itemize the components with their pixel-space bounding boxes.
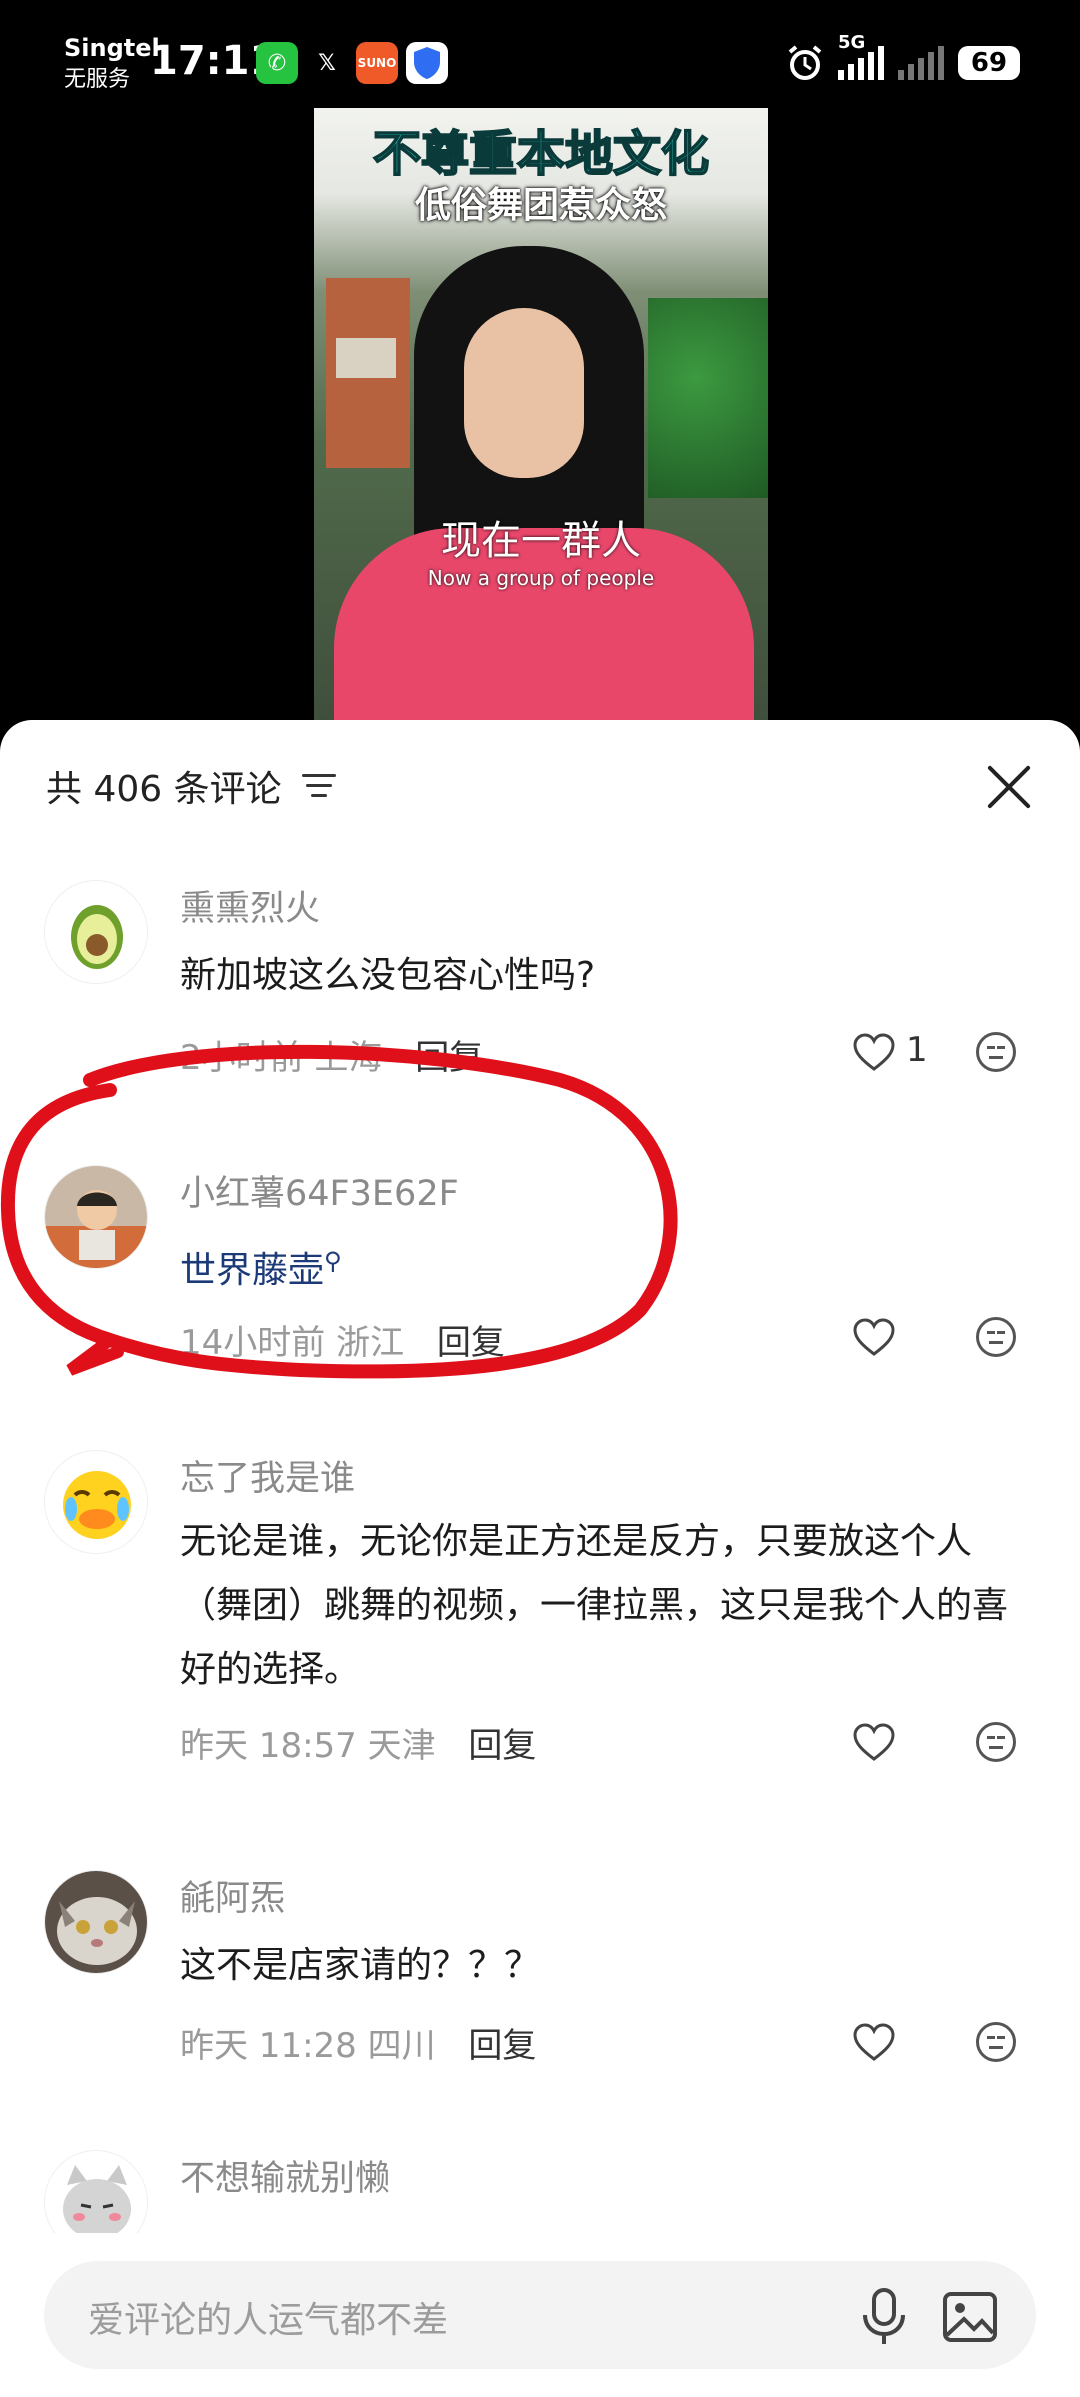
comment-count: 共 406 条评论 (46, 769, 282, 810)
video-caption-english: Now a group of people (427, 566, 655, 590)
network-label: 5G (838, 32, 866, 53)
status-bar: Singtel 无服务 17:11 ✆ 𝕏 SUNO 5G 69 (0, 0, 1080, 110)
status-right-group: 5G 69 (786, 32, 1020, 86)
reply-button[interactable]: 回复 (437, 1323, 505, 1363)
like-icon[interactable] (852, 1317, 896, 1357)
carrier-name: Singtel (64, 34, 160, 62)
alarm-icon (788, 45, 822, 80)
comment-location: 浙江 (336, 1323, 405, 1363)
sort-icon[interactable] (302, 772, 336, 800)
cat-photo-avatar[interactable] (44, 1870, 148, 1974)
video-person-face (464, 308, 584, 478)
comment-location: 四川 (367, 2026, 436, 2066)
video-subtitle: 低俗舞团惹众怒 (414, 185, 667, 226)
x-icon: 𝕏 (306, 42, 348, 84)
comment-username[interactable]: 不想输就别懒 (180, 2150, 390, 2201)
comment-text: 世界藤壶⚲ (180, 1233, 1040, 1299)
comment-input-placeholder: 爱评论的人运气都不差 (88, 2300, 449, 2341)
avocado-avatar[interactable] (44, 880, 148, 984)
comment-username[interactable]: 熏熏烈火 (180, 880, 320, 931)
whatsapp-icon: ✆ (256, 42, 298, 84)
comment-input[interactable]: 爱评论的人运气都不差 (44, 2261, 1036, 2369)
comment-time: 2小时前 (180, 1038, 304, 1078)
comment-time: 昨天 11:28 (180, 2026, 357, 2066)
dislike-icon[interactable] (976, 1722, 1016, 1762)
comment-time: 昨天 18:57 (180, 1726, 357, 1766)
child-photo-avatar[interactable] (44, 1165, 148, 1269)
comments-sheet: 共 406 条评论 熏熏烈火 新加坡这么没包容心性吗? 2小时前 上海 回复 1 (0, 720, 1080, 2397)
signal-5g: 5G (838, 32, 884, 80)
dislike-icon[interactable] (976, 2022, 1016, 2062)
comment-item: 毹阿炁 这不是店家请的？？？ 昨天 11:28 四川 回复 (0, 1870, 1080, 2066)
comment-username[interactable]: 忘了我是谁 (180, 1450, 355, 1501)
comment-text: 新加坡这么没包容心性吗? (180, 955, 596, 996)
comment-item: 忘了我是谁 无论是谁，无论你是正方还是反方，只要放这个人（舞团）跳舞的视频，一律… (0, 1450, 1080, 1766)
like-icon[interactable] (852, 1722, 896, 1762)
comment-meta: 昨天 18:57 天津 回复 (180, 1718, 536, 1767)
reply-button[interactable]: 回复 (468, 1726, 536, 1766)
suno-icon: SUNO (356, 42, 398, 84)
video-caption-chinese: 现在一群人 (441, 518, 641, 564)
reply-button[interactable]: 回复 (468, 2026, 536, 2066)
like-count: 1 (906, 1030, 928, 1070)
search-icon[interactable]: ⚲ (324, 1247, 342, 1275)
comment-username[interactable]: 小红薯64F3E62F (180, 1165, 459, 1216)
video-player[interactable]: 不尊重本地文化 低俗舞团惹众怒 现在一群人 Now a group of peo… (314, 108, 768, 720)
carrier-status: 无服务 (64, 67, 131, 92)
comment-location: 天津 (367, 1726, 436, 1766)
comment-username[interactable]: 毹阿炁 (180, 1870, 285, 1921)
carrier-info: Singtel 无服务 (64, 32, 160, 96)
like-icon[interactable] (852, 2022, 896, 2062)
video-title: 不尊重本地文化 (372, 125, 710, 183)
reply-button[interactable]: 回复 (415, 1038, 483, 1078)
battery-indicator: 69 (958, 46, 1020, 80)
dislike-icon[interactable] (976, 1032, 1016, 1072)
comment-location: 上海 (314, 1038, 383, 1078)
comment-item: 熏熏烈火 新加坡这么没包容心性吗? 2小时前 上海 回复 1 (0, 880, 1080, 1078)
comment-meta: 2小时前 上海 回复 (180, 1030, 483, 1079)
video-background-building (326, 278, 410, 468)
comment-text: 这不是店家请的？？？ (180, 1945, 541, 1986)
dislike-icon[interactable] (976, 1317, 1016, 1357)
like-icon[interactable] (852, 1032, 896, 1072)
crying-duck-avatar[interactable] (44, 1450, 148, 1554)
signal-secondary-icon (898, 46, 944, 80)
shield-icon (406, 42, 448, 84)
comment-meta: 昨天 11:28 四川 回复 (180, 2018, 536, 2067)
microphone-icon[interactable] (856, 2287, 912, 2347)
search-link-text[interactable]: 世界藤壶 (180, 1250, 324, 1291)
comment-time: 14小时前 (180, 1323, 326, 1363)
comment-text: 无论是谁，无论你是正方还是反方，只要放这个人（舞团）跳舞的视频，一律拉黑，这只是… (180, 1521, 1009, 1690)
image-icon[interactable] (942, 2291, 998, 2343)
comment-item: 小红薯64F3E62F 世界藤壶⚲ 14小时前 浙江 回复 (0, 1165, 1080, 1363)
close-button[interactable] (984, 762, 1034, 812)
comment-meta: 14小时前 浙江 回复 (180, 1315, 505, 1364)
comment-input-bar: 爱评论的人运气都不差 (0, 2233, 1080, 2397)
video-background-plants (648, 298, 768, 498)
comments-header: 共 406 条评论 (0, 720, 1080, 850)
